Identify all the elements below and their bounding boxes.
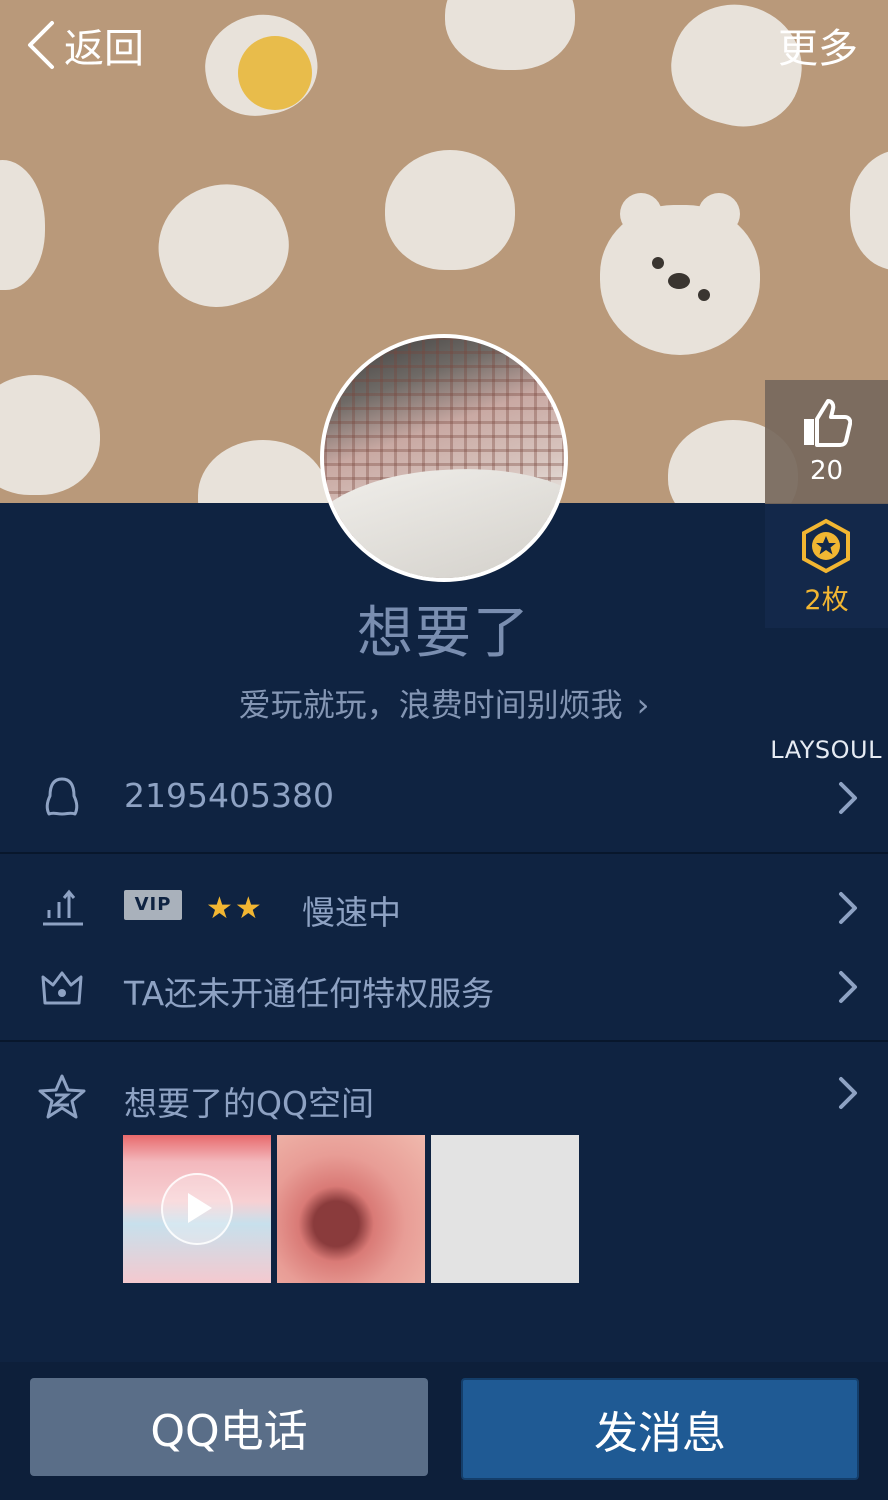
- chevron-left-icon: [28, 21, 54, 69]
- cover-bun: [445, 0, 575, 70]
- like-button[interactable]: 20: [765, 380, 888, 504]
- crown-icon: [36, 961, 88, 1013]
- qzone-photo[interactable]: [431, 1135, 579, 1283]
- signature-text: 爱玩就玩，浪费时间别烦我: [238, 686, 623, 724]
- cover-bun: [850, 150, 888, 270]
- profile-name: 想要了: [357, 601, 531, 666]
- send-message-button[interactable]: 发消息: [461, 1378, 859, 1480]
- qzone-title: 想要了的QQ空间: [124, 1084, 374, 1123]
- signature-link[interactable]: 爱玩就玩，浪费时间别烦我 ›: [0, 680, 888, 726]
- more-button[interactable]: 更多: [778, 16, 858, 74]
- bottom-action-bar: QQ电话 发消息: [0, 1362, 888, 1500]
- avatar[interactable]: [320, 334, 568, 582]
- qzone-thumbnails: [123, 1135, 579, 1283]
- vip-tag: VIP: [124, 890, 182, 920]
- cover-bun: [198, 440, 328, 503]
- qq-call-button[interactable]: QQ电话: [30, 1378, 428, 1476]
- chevron-right-icon: ›: [636, 686, 650, 724]
- cover-bun: [385, 150, 515, 270]
- divider: [0, 852, 888, 854]
- watermark: LAYSOUL: [770, 736, 882, 764]
- qq-number: 2195405380: [124, 776, 334, 815]
- chevron-right-icon: [839, 971, 857, 1003]
- back-button[interactable]: 返回: [22, 16, 144, 74]
- play-icon: [161, 1173, 233, 1245]
- penguin-icon: [36, 772, 88, 824]
- vip-status: 慢速中: [302, 893, 401, 932]
- vip-stars: ★★: [206, 891, 264, 926]
- chevron-right-icon: [839, 782, 857, 814]
- cover-bear: [600, 193, 760, 355]
- qzone-photo-video[interactable]: [123, 1135, 271, 1283]
- chevron-right-icon: [839, 892, 857, 924]
- privilege-text: TA还未开通任何特权服务: [124, 974, 495, 1013]
- qzone-star-icon: [36, 1071, 88, 1123]
- cover-bun: [141, 166, 305, 324]
- thumbs-up-icon: [804, 399, 852, 447]
- qzone-photo[interactable]: [277, 1135, 425, 1283]
- level-chart-icon: [36, 882, 88, 934]
- cover-egg-yolk: [238, 36, 312, 110]
- back-label: 返回: [64, 26, 144, 72]
- like-count: 20: [809, 456, 844, 486]
- star-badge-icon: [802, 518, 850, 574]
- cover-bun: [0, 375, 100, 495]
- cover-bun: [0, 160, 45, 290]
- divider: [0, 1040, 888, 1042]
- chevron-right-icon: [839, 1077, 857, 1109]
